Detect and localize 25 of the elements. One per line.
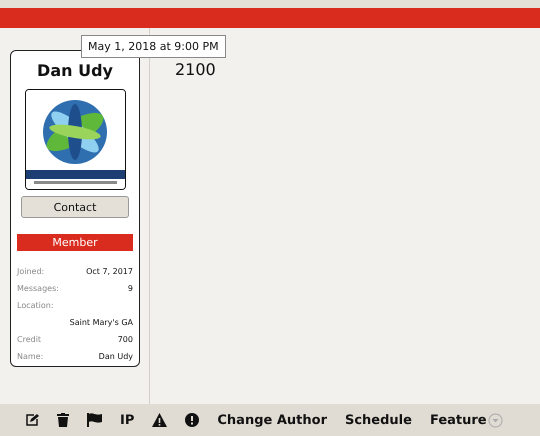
stat-label: Name: (17, 352, 44, 361)
toolbar-link[interactable]: Schedule (344, 412, 412, 428)
trash-icon[interactable] (57, 413, 69, 427)
dropdown-icon (488, 412, 503, 428)
stat-label: Messages: (17, 284, 59, 293)
toolbar-link[interactable]: Change Author (217, 412, 327, 428)
edit-icon[interactable] (25, 413, 39, 427)
toolbar-link[interactable]: IP (120, 412, 134, 428)
stat-label: Joined: (17, 267, 44, 276)
date-tooltip: May 1, 2018 at 9:00 PM (81, 35, 226, 58)
stat-value: Saint Mary's GA (70, 318, 133, 327)
stat-value: 700 (118, 335, 133, 344)
warning-icon[interactable] (152, 413, 168, 427)
stat-value: Oct 7, 2017 (86, 267, 133, 276)
feature-menu[interactable]: Feature (430, 412, 503, 428)
user-name: Dan Udy (37, 61, 113, 81)
stat-label: Credit (17, 335, 42, 344)
alert-icon[interactable] (185, 413, 200, 427)
contact-button[interactable]: Contact (21, 196, 129, 218)
stat-value: Dan Udy (98, 352, 133, 361)
stat-label: Location: (17, 301, 54, 310)
post-text: 2100 (175, 60, 217, 79)
stat-value: 9 (128, 284, 133, 293)
role-banner: Member (17, 234, 133, 251)
flag-icon[interactable] (87, 413, 102, 427)
